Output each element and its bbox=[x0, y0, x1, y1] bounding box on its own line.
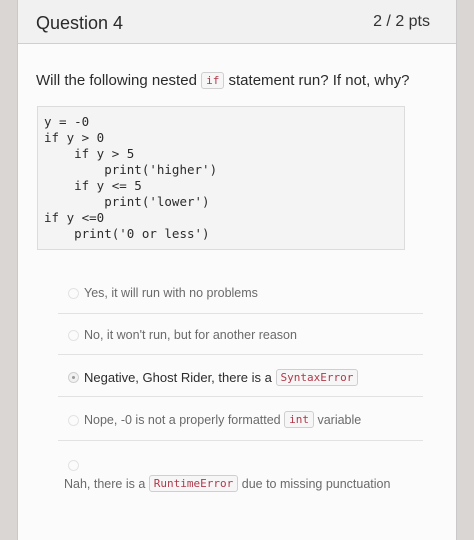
answer-option-4[interactable]: Nope, -0 is not a properly formatted int… bbox=[18, 408, 458, 434]
answer-option-1[interactable]: Yes, it will run with no problems bbox=[18, 282, 458, 306]
prompt-text-before: Will the following nested bbox=[36, 72, 197, 89]
code-line: if y > 0 bbox=[44, 130, 105, 145]
question-title: Question 4 bbox=[36, 13, 124, 33]
option-text-after: due to missing punctuation bbox=[241, 477, 391, 491]
option-label: Nah, there is a RuntimeError due to miss… bbox=[64, 475, 391, 492]
option-code: SyntaxError bbox=[275, 369, 359, 386]
code-block: y = -0 if y > 0 if y > 5 print('higher')… bbox=[37, 106, 405, 250]
code-line: if y > 5 bbox=[44, 146, 135, 161]
option-text-before: Nah, there is a bbox=[64, 477, 146, 491]
points-label: 2 / 2 pts bbox=[373, 13, 430, 30]
option-label: Negative, Ghost Rider, there is a Syntax… bbox=[84, 369, 359, 386]
code-line: print('lower') bbox=[44, 194, 210, 209]
prompt-keyword: if bbox=[201, 72, 225, 89]
radio-button[interactable] bbox=[68, 330, 79, 341]
answer-option-2[interactable]: No, it won't run, but for another reason bbox=[18, 324, 458, 348]
question-card: Question 4 2 / 2 pts Will the following … bbox=[17, 0, 457, 540]
radio-button[interactable] bbox=[68, 415, 79, 426]
code-line: y = -0 bbox=[44, 114, 90, 129]
divider bbox=[58, 354, 423, 355]
code-line: if y <=0 bbox=[44, 210, 105, 225]
radio-button[interactable] bbox=[68, 460, 79, 471]
option-label: Nope, -0 is not a properly formatted int… bbox=[84, 411, 362, 428]
radio-button[interactable] bbox=[68, 288, 79, 299]
divider bbox=[58, 440, 423, 441]
code-line: print('higher') bbox=[44, 162, 218, 177]
option-label: No, it won't run, but for another reason bbox=[84, 328, 297, 342]
code-line: if y <= 5 bbox=[44, 178, 142, 193]
question-prompt: Will the following nested if statement r… bbox=[36, 72, 409, 89]
option-code: RuntimeError bbox=[148, 475, 239, 492]
prompt-text-after: statement run? If not, why? bbox=[228, 72, 410, 89]
question-header: Question 4 2 / 2 pts bbox=[18, 0, 456, 44]
divider bbox=[58, 313, 423, 314]
option-text-before: Nope, -0 is not a properly formatted bbox=[84, 413, 281, 427]
answer-option-3[interactable]: Negative, Ghost Rider, there is a Syntax… bbox=[18, 365, 458, 391]
code-line: print('0 or less') bbox=[44, 226, 210, 241]
answer-option-5[interactable]: Nah, there is a RuntimeError due to miss… bbox=[18, 460, 458, 498]
option-text-after: variable bbox=[317, 413, 362, 427]
option-label: Yes, it will run with no problems bbox=[84, 286, 258, 300]
divider bbox=[58, 396, 423, 397]
option-code: int bbox=[284, 411, 314, 428]
radio-button-selected[interactable] bbox=[68, 372, 79, 383]
option-text-before: Negative, Ghost Rider, there is a bbox=[84, 370, 272, 385]
